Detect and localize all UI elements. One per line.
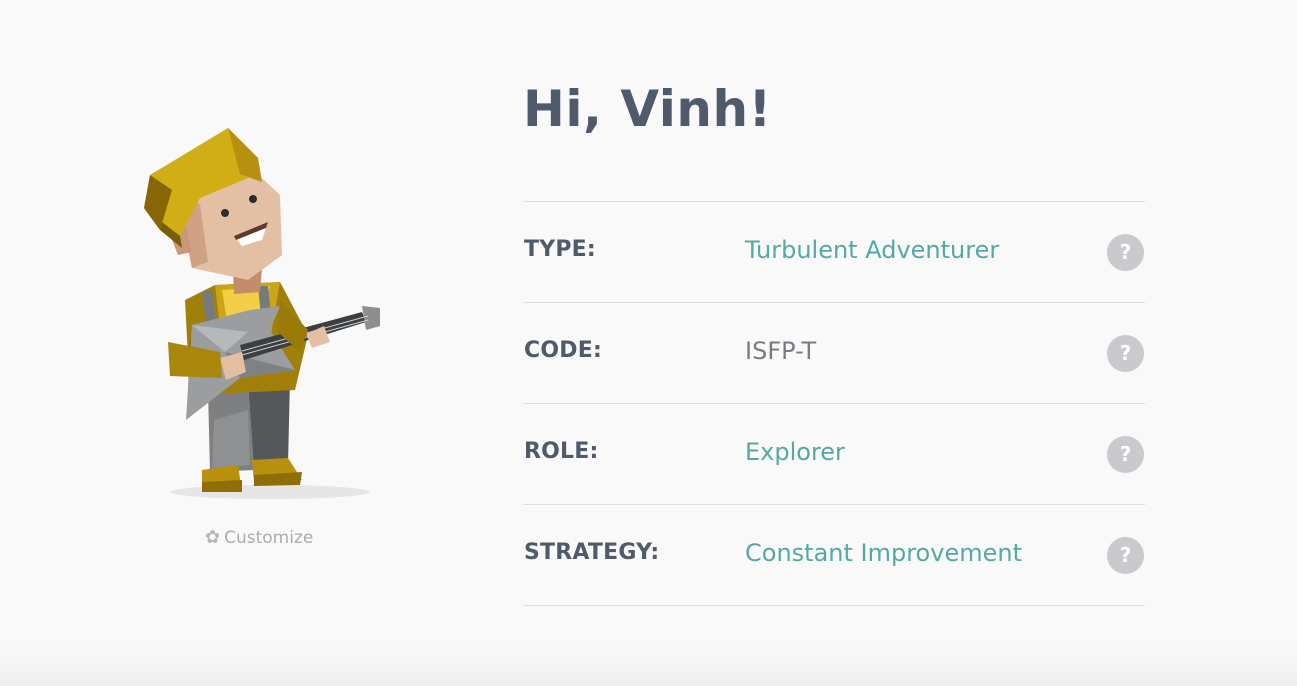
profile-row-strategy: STRATEGY: Constant Improvement ? (523, 505, 1145, 606)
guitarist-avatar-illustration (144, 128, 380, 499)
avatar (130, 120, 400, 510)
customize-button[interactable]: ✿ Customize (205, 528, 313, 548)
help-icon[interactable]: ? (1107, 436, 1144, 473)
customize-label: Customize (224, 528, 314, 548)
help-icon[interactable]: ? (1107, 234, 1144, 271)
profile-row-role: ROLE: Explorer ? (523, 404, 1145, 505)
role-value-link[interactable]: Explorer (745, 438, 845, 466)
profile-table: TYPE: Turbulent Adventurer ? CODE: ISFP-… (523, 201, 1145, 606)
gear-icon: ✿ (205, 527, 221, 548)
strategy-value-link[interactable]: Constant Improvement (745, 539, 1022, 567)
row-label: CODE: (524, 338, 602, 363)
row-label: ROLE: (524, 439, 599, 464)
help-icon[interactable]: ? (1107, 335, 1144, 372)
profile-row-code: CODE: ISFP-T ? (523, 303, 1145, 404)
type-value-link[interactable]: Turbulent Adventurer (745, 236, 999, 264)
row-label: STRATEGY: (524, 540, 660, 565)
row-label: TYPE: (524, 237, 596, 262)
page-title: Hi, Vinh! (523, 80, 772, 138)
code-value: ISFP-T (745, 337, 817, 365)
profile-row-type: TYPE: Turbulent Adventurer ? (523, 202, 1145, 303)
help-icon[interactable]: ? (1107, 537, 1144, 574)
bottom-fade (0, 646, 1297, 686)
